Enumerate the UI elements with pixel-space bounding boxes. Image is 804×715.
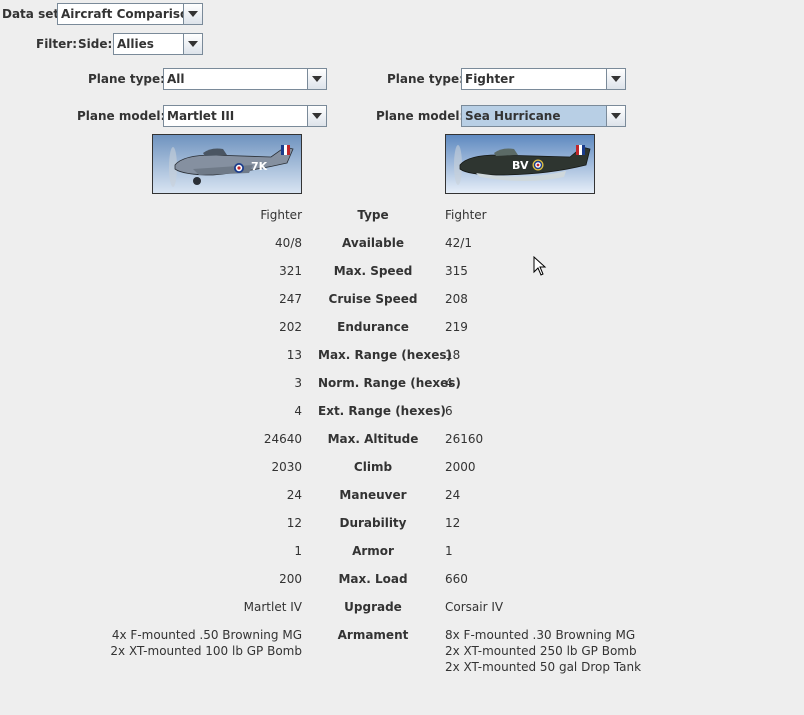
left-armament-line: 2x XT-mounted 100 lb GP Bomb xyxy=(110,644,302,658)
left-plane-model-combo[interactable]: Martlet III xyxy=(163,105,327,127)
left-value: 24640 xyxy=(263,432,302,446)
stat-name: Cruise Speed xyxy=(328,292,418,306)
left-value: 40/8 xyxy=(275,236,302,250)
stat-row-durability: 12 Durability 12 xyxy=(0,515,804,531)
left-value: 1 xyxy=(294,544,302,558)
stat-name: Type xyxy=(357,208,389,222)
stat-row-max-load: 200 Max. Load 660 xyxy=(0,571,804,587)
dataset-label: Data set: xyxy=(2,7,64,21)
stat-name: Armament xyxy=(337,628,409,642)
right-plane-marking: BV xyxy=(512,159,529,172)
stat-row-max-speed: 321 Max. Speed 315 xyxy=(0,263,804,279)
stat-name: Endurance xyxy=(337,320,409,334)
stat-row-upgrade: Martlet IV Upgrade Corsair IV xyxy=(0,599,804,615)
right-value: 4 xyxy=(445,376,453,390)
side-combo[interactable]: Allies xyxy=(113,33,203,55)
stat-name: Norm. Range (hexes) xyxy=(318,376,461,390)
left-plane-type-value: All xyxy=(167,72,185,86)
side-label: Side: xyxy=(78,37,113,51)
chevron-down-icon[interactable] xyxy=(183,34,202,54)
right-value: 24 xyxy=(445,488,461,502)
left-plane-marking: 7K xyxy=(251,160,268,173)
left-value: 200 xyxy=(279,572,302,586)
right-armament-line: 2x XT-mounted 250 lb GP Bomb xyxy=(445,644,637,658)
left-value: Martlet IV xyxy=(243,600,302,614)
chevron-down-icon[interactable] xyxy=(307,106,326,126)
right-value: 2000 xyxy=(445,460,476,474)
left-value: 202 xyxy=(279,320,302,334)
stat-name: Max. Load xyxy=(338,572,408,586)
right-plane-type-value: Fighter xyxy=(465,72,515,86)
right-value: 12 xyxy=(445,516,461,530)
stat-name: Available xyxy=(342,236,404,250)
left-value: 247 xyxy=(279,292,302,306)
right-armament-line: 8x F-mounted .30 Browning MG xyxy=(445,628,636,642)
stat-name: Ext. Range (hexes) xyxy=(318,404,446,418)
right-plane-type-label: Plane type: xyxy=(387,72,464,86)
right-value: Corsair IV xyxy=(445,600,504,614)
right-value: 26160 xyxy=(445,432,484,446)
stat-name: Max. Range (hexes) xyxy=(318,348,452,362)
stat-row-max-range: 13 Max. Range (hexes) 18 xyxy=(0,347,804,363)
right-plane-model-value: Sea Hurricane xyxy=(462,106,606,126)
left-plane-type-combo[interactable]: All xyxy=(163,68,327,90)
right-armament: 8x F-mounted .30 Browning MG 2x XT-mount… xyxy=(445,627,641,675)
stat-name: Max. Speed xyxy=(333,264,413,278)
left-value: Fighter xyxy=(260,208,302,222)
left-armament: 4x F-mounted .50 Browning MG 2x XT-mount… xyxy=(110,627,302,659)
left-value: 13 xyxy=(286,348,302,362)
right-value: 315 xyxy=(445,264,468,278)
stat-row-available: 40/8 Available 42/1 xyxy=(0,235,804,251)
right-value: 18 xyxy=(445,348,461,362)
left-plane-model-value: Martlet III xyxy=(167,109,235,123)
stat-row-norm-range: 3 Norm. Range (hexes) 4 xyxy=(0,375,804,391)
right-armament-line: 2x XT-mounted 50 gal Drop Tank xyxy=(445,660,642,674)
right-value: 6 xyxy=(445,404,453,418)
stat-row-climb: 2030 Climb 2000 xyxy=(0,459,804,475)
right-plane-image: BV xyxy=(445,134,595,194)
left-value: 321 xyxy=(279,264,302,278)
left-value: 12 xyxy=(286,516,302,530)
stat-name: Armor xyxy=(352,544,394,558)
stat-row-cruise-speed: 247 Cruise Speed 208 xyxy=(0,291,804,307)
stat-row-endurance: 202 Endurance 219 xyxy=(0,319,804,335)
chevron-down-icon[interactable] xyxy=(606,69,625,89)
stat-name: Upgrade xyxy=(344,600,402,614)
right-plane-type-combo[interactable]: Fighter xyxy=(461,68,626,90)
chevron-down-icon[interactable] xyxy=(307,69,326,89)
stat-name: Climb xyxy=(353,460,393,474)
stat-name: Max. Altitude xyxy=(327,432,419,446)
stat-row-maneuver: 24 Maneuver 24 xyxy=(0,487,804,503)
chevron-down-icon[interactable] xyxy=(606,106,625,126)
left-armament-line: 4x F-mounted .50 Browning MG xyxy=(111,628,302,642)
right-value: Fighter xyxy=(445,208,487,222)
right-plane-model-label: Plane model: xyxy=(376,109,465,123)
stat-row-type: Fighter Type Fighter xyxy=(0,207,804,223)
dataset-value: Aircraft Comparison xyxy=(61,7,183,21)
stat-name: Durability xyxy=(339,516,407,530)
stat-row-max-altitude: 24640 Max. Altitude 26160 xyxy=(0,431,804,447)
left-plane-model-label: Plane model: xyxy=(77,109,166,123)
filter-label: Filter: xyxy=(36,37,78,51)
stat-row-armament: 4x F-mounted .50 Browning MG 2x XT-mount… xyxy=(0,627,804,675)
left-value: 3 xyxy=(294,376,302,390)
right-value: 208 xyxy=(445,292,468,306)
right-value: 660 xyxy=(445,572,468,586)
left-plane-type-label: Plane type: xyxy=(88,72,165,86)
stat-name: Maneuver xyxy=(339,488,407,502)
left-value: 4 xyxy=(294,404,302,418)
side-value: Allies xyxy=(117,37,154,51)
stat-row-armor: 1 Armor 1 xyxy=(0,543,804,559)
right-plane-model-combo[interactable]: Sea Hurricane xyxy=(461,105,626,127)
stat-row-ext-range: 4 Ext. Range (hexes) 6 xyxy=(0,403,804,419)
mouse-cursor-icon xyxy=(533,256,547,276)
dataset-combo[interactable]: Aircraft Comparison xyxy=(57,3,203,25)
right-value: 219 xyxy=(445,320,468,334)
right-value: 42/1 xyxy=(445,236,472,250)
left-value: 2030 xyxy=(271,460,302,474)
chevron-down-icon[interactable] xyxy=(183,4,202,24)
right-value: 1 xyxy=(445,544,453,558)
left-value: 24 xyxy=(286,488,302,502)
left-plane-image: 7K xyxy=(152,134,302,194)
